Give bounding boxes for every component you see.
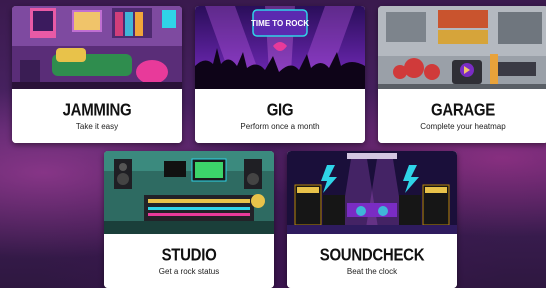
jamming-bedroom-illustration [12, 6, 182, 89]
mode-card-garage[interactable]: GARAGE Complete your heatmap [378, 6, 546, 143]
card-subtitle: Perform once a month [240, 121, 320, 131]
mode-card-jamming[interactable]: JAMMING Take it easy [12, 6, 182, 143]
card-title: GIG [266, 100, 294, 120]
garage-illustration [378, 6, 546, 89]
card-title: STUDIO [161, 245, 217, 265]
card-title: JAMMING [62, 100, 132, 120]
card-subtitle: Beat the clock [346, 266, 398, 276]
card-subtitle: Complete your heatmap [420, 121, 506, 131]
card-subtitle: Get a rock status [158, 266, 220, 276]
card-title: SOUNDCHECK [319, 245, 425, 265]
card-title: GARAGE [430, 100, 496, 120]
studio-illustration [104, 151, 274, 234]
mode-card-gig[interactable]: TIME TO ROCK GIG Perform once a month [195, 6, 365, 143]
mode-card-soundcheck[interactable]: SOUNDCHECK Beat the clock [287, 151, 457, 288]
gig-concert-illustration: TIME TO ROCK [195, 6, 365, 89]
mode-card-studio[interactable]: STUDIO Get a rock status [104, 151, 274, 288]
soundcheck-stage-illustration [287, 151, 457, 234]
gig-logo-text: TIME TO ROCK [251, 19, 309, 28]
card-subtitle: Take it easy [75, 121, 119, 131]
